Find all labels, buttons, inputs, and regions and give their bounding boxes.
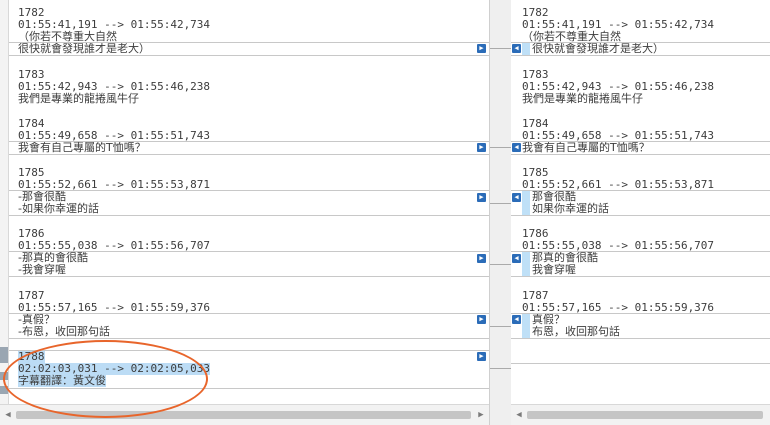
diff-rule [511, 363, 770, 364]
left-gutter [0, 0, 9, 405]
diff-connector [490, 326, 512, 327]
cue-text: 我們是專業的龍捲風牛仔 [522, 92, 643, 105]
cue-text: 我會有自己專屬的T恤嗎？ [18, 141, 146, 154]
scroll-thumb[interactable] [16, 411, 471, 419]
diff-rule [511, 251, 770, 252]
diff-rule [9, 141, 489, 142]
diff-rule [9, 338, 489, 339]
diff-rule [511, 154, 770, 155]
diff-rule [9, 55, 489, 56]
arrow-right-icon[interactable]: ▶ [477, 44, 486, 53]
right-pane[interactable]: 1782 01:55:41,191 --> 01:55:42,734 （你若不尊… [511, 0, 770, 405]
diff-highlight [522, 314, 530, 326]
diff-rule [511, 276, 770, 277]
diff-connector [490, 147, 512, 148]
gutter-marker [0, 347, 8, 363]
arrow-left-icon[interactable]: ◀ [512, 143, 521, 152]
arrow-left-icon[interactable]: ◀ [512, 315, 521, 324]
arrow-right-icon[interactable]: ▶ [477, 254, 486, 263]
gutter-marker [0, 372, 8, 380]
diff-rule [511, 215, 770, 216]
diff-connector [490, 264, 512, 265]
cue-text: 我會穿喔 [532, 263, 576, 276]
diff-viewer: 1782 01:55:41,191 --> 01:55:42,734 （你若不尊… [0, 0, 770, 425]
diff-connector [490, 203, 512, 204]
cue-text: 字幕翻譯：黃文俊 [18, 374, 106, 387]
arrow-right-icon[interactable]: ▶ [477, 143, 486, 152]
left-pane[interactable]: 1782 01:55:41,191 --> 01:55:42,734 （你若不尊… [9, 0, 489, 405]
diff-connector [490, 48, 512, 49]
scroll-left-icon[interactable]: ◀ [514, 409, 524, 421]
diff-highlight [522, 203, 530, 215]
cue-text: -我會穿喔 [18, 263, 66, 276]
diff-highlight [522, 326, 530, 338]
diff-rule [511, 55, 770, 56]
scroll-thumb[interactable] [527, 411, 763, 419]
arrow-right-icon[interactable]: ▶ [477, 193, 486, 202]
diff-rule [511, 141, 770, 142]
diff-rule [9, 42, 489, 43]
diff-connector [490, 368, 512, 369]
cue-text: -如果你幸運的話 [18, 202, 99, 215]
arrow-right-icon[interactable]: ▶ [477, 315, 486, 324]
arrow-left-icon[interactable]: ◀ [512, 193, 521, 202]
diff-rule [9, 190, 489, 191]
scroll-left-icon[interactable]: ◀ [3, 409, 13, 421]
diff-rule [9, 251, 489, 252]
diff-rule [511, 42, 770, 43]
diff-rule [9, 276, 489, 277]
cue-text: 我會有自己專屬的T恤嗎？ [522, 141, 650, 154]
gutter-marker [0, 386, 8, 394]
cue-text: 如果你幸運的話 [532, 202, 609, 215]
diff-highlight [522, 252, 530, 264]
diff-highlight [522, 264, 530, 276]
diff-highlight [522, 191, 530, 203]
diff-rule [9, 313, 489, 314]
diff-rule [511, 190, 770, 191]
cue-text: 很快就會發現誰才是老大） [532, 42, 664, 55]
diff-rule [9, 388, 489, 389]
diff-rule [9, 215, 489, 216]
diff-rule [9, 350, 489, 351]
scroll-right-icon[interactable]: ▶ [476, 409, 486, 421]
diff-highlight [522, 43, 530, 55]
arrow-left-icon[interactable]: ◀ [512, 254, 521, 263]
diff-rule [511, 338, 770, 339]
cue-text: 我們是專業的龍捲風牛仔 [18, 92, 139, 105]
cue-text: 布恩，收回那句話 [532, 325, 620, 338]
center-gutter [489, 0, 513, 425]
right-horizontal-scrollbar[interactable]: ◀ [511, 404, 770, 425]
left-horizontal-scrollbar[interactable]: ◀ ▶ [0, 404, 489, 425]
cue-text: 很快就會發現誰才是老大） [18, 42, 150, 55]
diff-rule [511, 313, 770, 314]
arrow-left-icon[interactable]: ◀ [512, 44, 521, 53]
diff-rule [9, 154, 489, 155]
cue-text: -布恩，收回那句話 [18, 325, 110, 338]
arrow-right-icon[interactable]: ▶ [477, 352, 486, 361]
